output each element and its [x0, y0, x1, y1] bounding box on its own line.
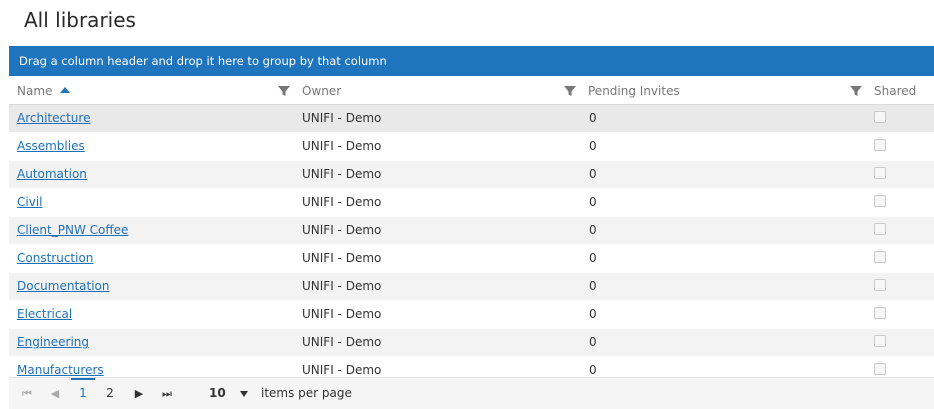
pending-invites-cell: 0 [589, 167, 597, 181]
first-page-icon[interactable]: ⏮ [17, 378, 37, 409]
column-header-pending-invites[interactable]: Pending Invites [588, 76, 680, 104]
owner-cell: UNIFI - Demo [302, 251, 382, 265]
column-header-name[interactable]: Name [17, 76, 71, 104]
page-number-current[interactable]: 1 [71, 378, 95, 409]
chevron-down-icon[interactable] [240, 391, 248, 397]
shared-checkbox[interactable] [874, 335, 886, 347]
shared-checkbox[interactable] [874, 223, 886, 235]
pending-invites-cell: 0 [589, 139, 597, 153]
previous-page-icon[interactable]: ◀ [45, 378, 65, 409]
filter-icon-pending-invites[interactable] [849, 84, 863, 98]
sort-ascending-icon [60, 87, 71, 93]
filter-icon-name[interactable] [277, 84, 291, 98]
column-header-shared[interactable]: Shared [874, 76, 916, 104]
items-per-page-label: items per page [261, 386, 352, 400]
library-link[interactable]: Documentation [17, 279, 110, 293]
owner-cell: UNIFI - Demo [302, 223, 382, 237]
table-row[interactable]: Electrical UNIFI - Demo 0 [9, 301, 934, 329]
group-drop-area[interactable]: Drag a column header and drop it here to… [9, 46, 934, 76]
table-row[interactable]: Architecture UNIFI - Demo 0 [9, 105, 934, 133]
table-row[interactable]: Construction UNIFI - Demo 0 [9, 245, 934, 273]
table-row[interactable]: Engineering UNIFI - Demo 0 [9, 329, 934, 357]
owner-cell: UNIFI - Demo [302, 111, 382, 125]
library-link[interactable]: Civil [17, 195, 42, 209]
page-title: All libraries [24, 8, 136, 32]
page-size-select[interactable]: 10 [209, 378, 226, 409]
shared-checkbox[interactable] [874, 251, 886, 263]
library-link[interactable]: Engineering [17, 335, 89, 349]
table-row[interactable]: Client_PNW Coffee UNIFI - Demo 0 [9, 217, 934, 245]
table-row[interactable]: Documentation UNIFI - Demo 0 [9, 273, 934, 301]
library-link[interactable]: Manufacturers [17, 363, 104, 377]
column-header-owner-label: Owner [302, 84, 342, 98]
shared-checkbox[interactable] [874, 195, 886, 207]
pending-invites-cell: 0 [589, 223, 597, 237]
shared-checkbox[interactable] [874, 167, 886, 179]
libraries-grid: Name Owner Pending Invites Shared Archit… [9, 76, 934, 385]
column-header-pending-label: Pending Invites [588, 84, 680, 98]
column-header-owner[interactable]: Owner [302, 76, 341, 104]
shared-checkbox[interactable] [874, 363, 886, 375]
table-row[interactable]: Civil UNIFI - Demo 0 [9, 189, 934, 217]
page-number[interactable]: 2 [98, 378, 122, 409]
owner-cell: UNIFI - Demo [302, 167, 382, 181]
column-header-name-label: Name [17, 84, 53, 98]
owner-cell: UNIFI - Demo [302, 307, 382, 321]
table-row[interactable]: Automation UNIFI - Demo 0 [9, 161, 934, 189]
shared-checkbox[interactable] [874, 139, 886, 151]
grid-header: Name Owner Pending Invites Shared [9, 76, 934, 105]
library-link[interactable]: Electrical [17, 307, 72, 321]
column-header-shared-label: Shared [874, 84, 917, 98]
pending-invites-cell: 0 [589, 111, 597, 125]
grid-body: Architecture UNIFI - Demo 0 Assemblies U… [9, 105, 934, 385]
owner-cell: UNIFI - Demo [302, 335, 382, 349]
library-link[interactable]: Construction [17, 251, 93, 265]
table-row[interactable]: Assemblies UNIFI - Demo 0 [9, 133, 934, 161]
last-page-icon[interactable]: ⏭ [157, 378, 177, 409]
library-link[interactable]: Client_PNW Coffee [17, 223, 128, 237]
pending-invites-cell: 0 [589, 335, 597, 349]
shared-checkbox[interactable] [874, 307, 886, 319]
owner-cell: UNIFI - Demo [302, 195, 382, 209]
pending-invites-cell: 0 [589, 195, 597, 209]
owner-cell: UNIFI - Demo [302, 139, 382, 153]
library-link[interactable]: Architecture [17, 111, 90, 125]
filter-icon-owner[interactable] [563, 84, 577, 98]
owner-cell: UNIFI - Demo [302, 279, 382, 293]
shared-checkbox[interactable] [874, 279, 886, 291]
pending-invites-cell: 0 [589, 279, 597, 293]
pending-invites-cell: 0 [589, 251, 597, 265]
library-link[interactable]: Assemblies [17, 139, 85, 153]
library-link[interactable]: Automation [17, 167, 87, 181]
pending-invites-cell: 0 [589, 307, 597, 321]
pager: ⏮ ◀ 1 2 ▶ ⏭ 10 items per page [9, 377, 934, 409]
next-page-icon[interactable]: ▶ [129, 378, 149, 409]
shared-checkbox[interactable] [874, 111, 886, 123]
